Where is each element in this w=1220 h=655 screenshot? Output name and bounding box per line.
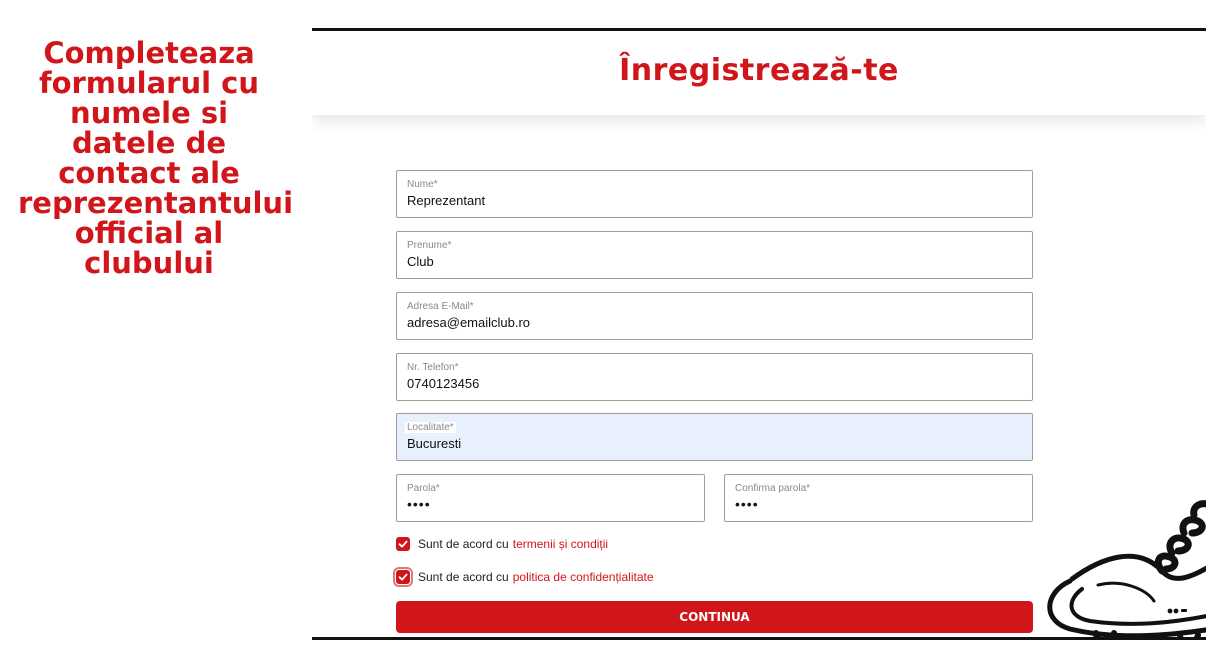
terms-row: Sunt de acord cu termenii și condiții	[396, 535, 608, 553]
password-field[interactable]: Parola* ••••	[396, 474, 705, 522]
form-header: Înregistrează-te	[312, 31, 1206, 115]
localitate-field[interactable]: Localitate* Bucuresti	[396, 413, 1033, 461]
localitate-value: Bucuresti	[407, 436, 462, 451]
email-field[interactable]: Adresa E-Mail* adresa@emailclub.ro	[396, 292, 1033, 340]
continue-button[interactable]: CONTINUA	[396, 601, 1033, 633]
instruction-caption: Completeaza formularul cu numele si date…	[18, 36, 294, 280]
check-icon	[398, 540, 408, 548]
terms-checkbox[interactable]	[396, 537, 410, 551]
form-title: Înregistrează-te	[619, 53, 899, 88]
nume-value: Reprezentant	[407, 193, 486, 208]
football-boot-icon	[1047, 500, 1206, 637]
registration-form-frame: Înregistrează-te Nume* Reprezentant Pren…	[312, 28, 1206, 640]
nume-label: Nume*	[407, 179, 438, 190]
confirm-password-label: Confirma parola*	[735, 483, 811, 494]
telefon-value: 0740123456	[407, 376, 480, 391]
email-value: adresa@emailclub.ro	[407, 315, 531, 330]
privacy-text: Sunt de acord cu	[418, 570, 509, 584]
privacy-checkbox[interactable]	[393, 567, 413, 587]
email-label: Adresa E-Mail*	[407, 301, 474, 312]
confirm-password-value: ••••	[735, 496, 759, 512]
privacy-row: Sunt de acord cu politica de confidenția…	[393, 567, 654, 587]
password-label: Parola*	[407, 483, 440, 494]
confirm-password-field[interactable]: Confirma parola* ••••	[724, 474, 1033, 522]
terms-text: Sunt de acord cu	[418, 537, 509, 551]
check-icon	[398, 573, 408, 581]
prenume-value: Club	[407, 254, 434, 269]
prenume-label: Prenume*	[407, 240, 452, 251]
nume-field[interactable]: Nume* Reprezentant	[396, 170, 1033, 218]
prenume-field[interactable]: Prenume* Club	[396, 231, 1033, 279]
localitate-label: Localitate*	[405, 422, 456, 433]
telefon-field[interactable]: Nr. Telefon* 0740123456	[396, 353, 1033, 401]
privacy-link[interactable]: politica de confidențialitate	[513, 570, 654, 584]
password-value: ••••	[407, 496, 431, 512]
terms-link[interactable]: termenii și condiții	[513, 537, 608, 551]
telefon-label: Nr. Telefon*	[407, 362, 459, 373]
